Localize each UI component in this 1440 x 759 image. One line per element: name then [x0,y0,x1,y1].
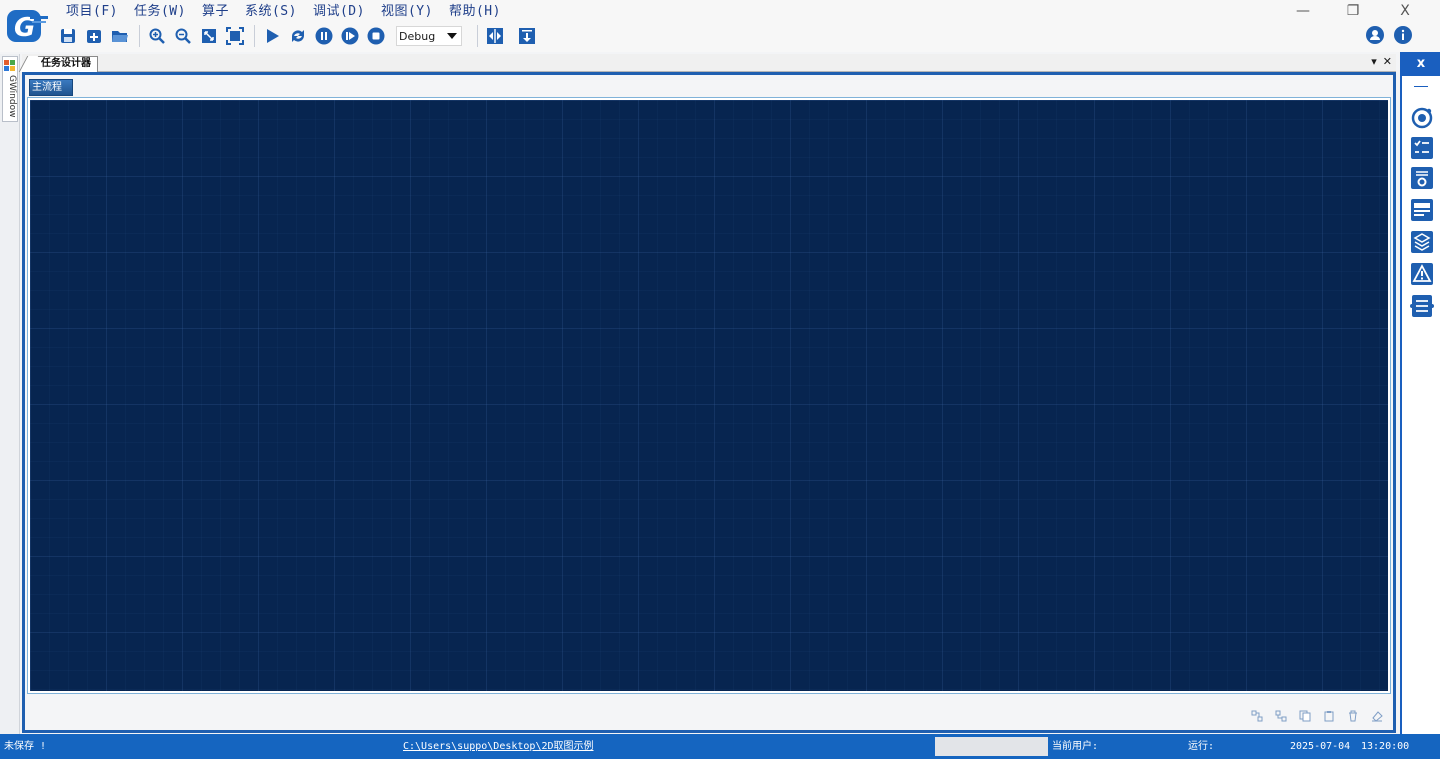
group-icon[interactable] [1251,710,1263,722]
new-icon [87,30,101,43]
menu-view[interactable]: 视图(Y) [373,2,441,22]
user-icon [1366,26,1384,44]
document-tools: ▾ ✕ [1371,55,1392,69]
save-icon [61,29,75,43]
user-button[interactable] [1366,26,1384,47]
app-logo-icon: G [4,6,50,46]
align-icon [487,28,503,44]
window-icon [4,60,15,71]
flow-canvas-frame [27,97,1391,694]
run-status-label: 运行: [1188,741,1215,752]
menu-project[interactable]: 项目(F) [58,2,126,22]
project-path-link[interactable]: C:\Users\suppo\Desktop\2D取图示例 [403,734,594,759]
info-icon [1394,26,1412,44]
close-window-button[interactable]: X [1380,0,1430,22]
fit-button[interactable] [197,24,221,48]
status-date: 2025-07-04 [1290,741,1351,752]
fit-icon [202,29,216,43]
tab-main-flow[interactable]: 主流程 [29,79,73,96]
restore-button[interactable]: ❐ [1328,0,1378,22]
download-button[interactable] [515,24,539,48]
toolbar-separator [254,25,255,47]
right-dock-collapse-icon[interactable] [1414,86,1428,87]
checklist-icon[interactable] [1410,136,1434,160]
gwindow-dock-tab[interactable]: GWindow [2,56,18,122]
menu-system[interactable]: 系统(S) [237,2,305,22]
run-icon [267,29,279,43]
layers-icon[interactable] [1410,230,1434,254]
menu-task[interactable]: 任务(W) [126,2,194,22]
copy-icon[interactable] [1299,710,1311,722]
app-window: G 项目(F) 任务(W) 算子 系统(S) 调试(D) 视图(Y) 帮助(H)… [0,0,1440,759]
canvas-tool-row [1251,710,1383,722]
right-dock: x [1400,52,1440,734]
run-mode-value: Debug [399,29,436,43]
status-time: 13:20:00 [1361,741,1410,752]
document-tab-bar: 任务设计器 ▾ ✕ [22,54,1396,72]
menu-bar: 项目(F) 任务(W) 算子 系统(S) 调试(D) 视图(Y) 帮助(H) [58,2,509,22]
progress-box [935,737,1048,756]
toolbar-separator [477,25,478,47]
new-button[interactable] [82,24,106,48]
panel-icon[interactable] [1410,198,1434,222]
user-buttons [1366,26,1412,47]
zoom-out-button[interactable] [171,24,195,48]
delete-icon[interactable] [1347,710,1359,722]
tab-task-designer-label: 任务设计器 [41,58,91,69]
document-area: 任务设计器 ▾ ✕ 主流程 [22,54,1396,733]
zoom-in-button[interactable] [145,24,169,48]
run-mode-select[interactable]: Debug [396,26,462,46]
title-bar: G 项目(F) 任务(W) 算子 系统(S) 调试(D) 视图(Y) 帮助(H)… [0,0,1440,52]
paste-icon[interactable] [1323,710,1335,722]
pause-icon [315,27,333,45]
menu-help[interactable]: 帮助(H) [441,2,509,22]
zoom-in-icon [149,28,165,44]
tab-task-designer[interactable]: 任务设计器 [28,56,98,72]
toolbar-separator [139,25,140,47]
ungroup-icon[interactable] [1275,710,1287,722]
log-icon[interactable] [1410,294,1434,318]
minimize-button[interactable]: — [1278,0,1328,22]
warning-icon[interactable] [1410,262,1434,286]
info-button[interactable] [1394,26,1412,47]
fullscreen-button[interactable] [223,24,247,48]
open-folder-icon [112,31,128,42]
toolbar: Debug [56,24,541,48]
camera-icon[interactable] [1410,106,1434,130]
step-icon [341,27,359,45]
task-designer-panel: 主流程 [22,72,1396,733]
loop-run-button[interactable] [286,24,310,48]
current-user-label: 当前用户: [1052,741,1099,752]
gwindow-tab-label: GWindow [7,75,17,118]
stop-button[interactable] [364,24,388,48]
right-dock-close-button[interactable]: x [1402,52,1440,76]
chevron-down-icon [447,33,457,39]
run-button[interactable] [260,24,284,48]
clear-icon[interactable] [1371,710,1383,722]
save-state-text: 未保存 ! [4,741,47,752]
zoom-out-icon [175,28,191,44]
pause-button[interactable] [312,24,336,48]
align-button[interactable] [483,24,507,48]
open-button[interactable] [108,24,132,48]
tab-list-dropdown[interactable]: ▾ [1371,55,1377,69]
download-icon [519,28,535,44]
left-dock: GWindow [0,54,20,734]
save-button[interactable] [56,24,80,48]
menu-operator[interactable]: 算子 [194,2,237,22]
step-button[interactable] [338,24,362,48]
status-bar: 未保存 ! C:\Users\suppo\Desktop\2D取图示例 当前用户… [0,734,1440,759]
close-tab-button[interactable]: ✕ [1383,55,1392,69]
loop-icon [292,30,304,42]
flow-canvas[interactable] [30,100,1388,691]
settings-list-icon[interactable] [1410,166,1434,190]
menu-debug[interactable]: 调试(D) [305,2,373,22]
fullscreen-icon [226,27,244,45]
stop-icon [367,27,385,45]
